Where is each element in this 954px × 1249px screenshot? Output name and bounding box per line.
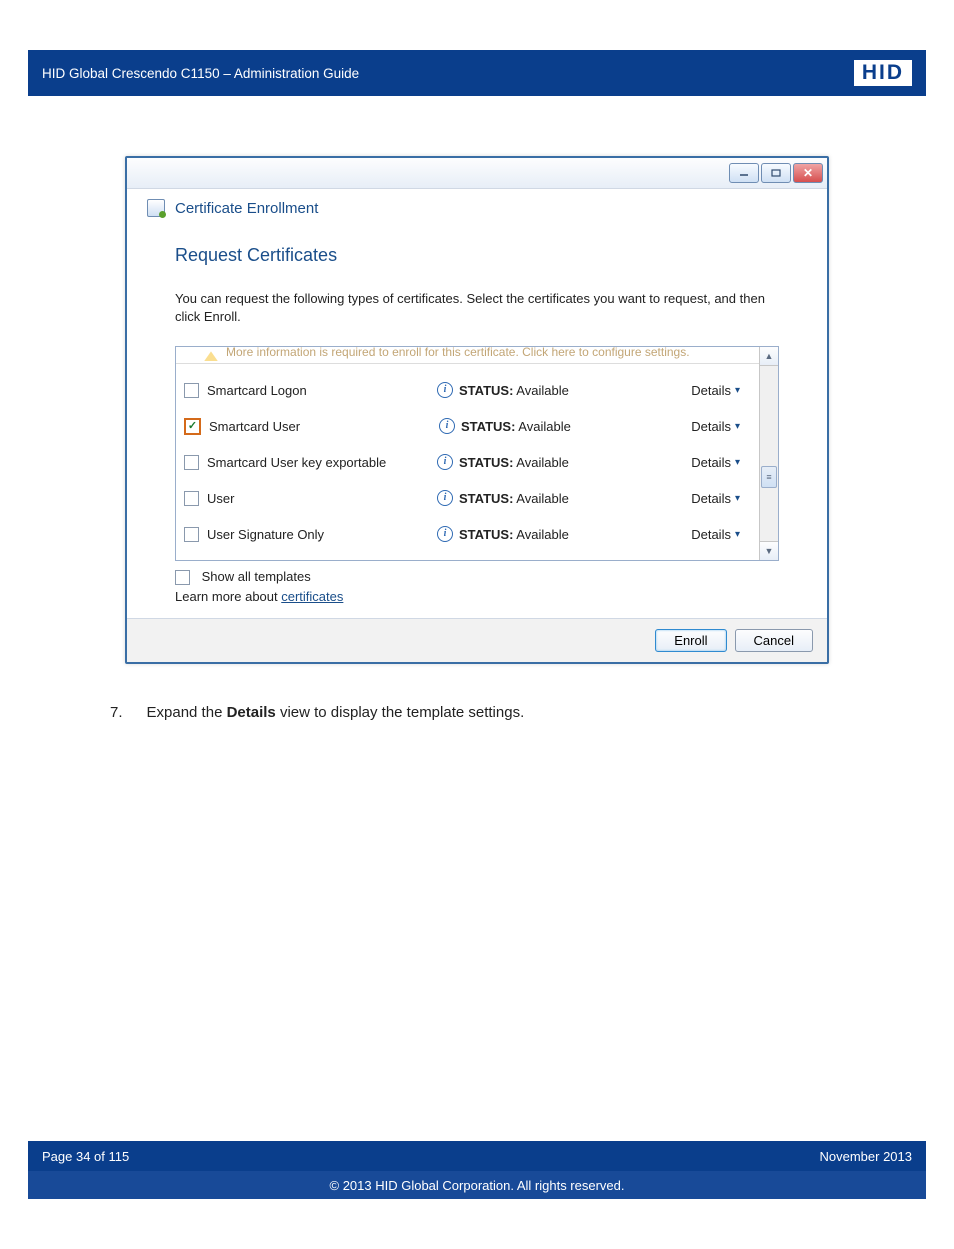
info-icon: i bbox=[439, 418, 455, 434]
learn-more-prefix: Learn more about bbox=[175, 589, 281, 604]
certificate-name: Smartcard Logon bbox=[207, 383, 437, 398]
certificate-icon bbox=[147, 199, 165, 217]
certificate-status: iSTATUS: Available bbox=[437, 490, 637, 506]
doc-header-bar: HID Global Crescendo C1150 – Administrat… bbox=[28, 50, 926, 96]
details-toggle[interactable]: Details▾ bbox=[691, 527, 740, 542]
certificate-row: UseriSTATUS: Available Details▾ bbox=[184, 480, 740, 516]
show-all-templates-row[interactable]: Show all templates bbox=[175, 569, 779, 585]
chevron-down-icon: ▾ bbox=[735, 385, 740, 396]
certificate-checkbox[interactable] bbox=[184, 527, 199, 542]
certificate-checkbox[interactable] bbox=[184, 491, 199, 506]
certificate-name: User Signature Only bbox=[207, 527, 437, 542]
info-icon: i bbox=[437, 490, 453, 506]
certificate-name: Smartcard User bbox=[209, 419, 439, 434]
learn-more-row: Learn more about certificates bbox=[175, 589, 779, 604]
dialog-window-title: Certificate Enrollment bbox=[175, 200, 318, 217]
show-all-templates-label: Show all templates bbox=[202, 569, 311, 584]
window-titlebar: ✕ bbox=[127, 158, 827, 189]
details-toggle[interactable]: Details▾ bbox=[691, 383, 740, 398]
scroll-down-button[interactable]: ▼ bbox=[760, 541, 778, 560]
dialog-heading: Request Certificates bbox=[175, 245, 779, 266]
certificate-row: Smartcard UseriSTATUS: Available Details▾ bbox=[184, 408, 740, 444]
chevron-down-icon: ▾ bbox=[735, 493, 740, 504]
certificate-status: iSTATUS: Available bbox=[437, 454, 637, 470]
info-icon: i bbox=[437, 454, 453, 470]
chevron-down-icon: ▾ bbox=[735, 421, 740, 432]
step-body: Expand the Details view to display the t… bbox=[147, 704, 525, 721]
show-all-templates-checkbox[interactable] bbox=[175, 570, 190, 585]
details-toggle[interactable]: Details▾ bbox=[691, 419, 740, 434]
cancel-button[interactable]: Cancel bbox=[735, 629, 813, 652]
info-banner-text: More information is required to enroll f… bbox=[226, 347, 690, 359]
certificate-status: iSTATUS: Available bbox=[437, 526, 637, 542]
info-banner[interactable]: More information is required to enroll f… bbox=[176, 347, 760, 364]
chevron-down-icon: ▾ bbox=[735, 529, 740, 540]
certificates-link[interactable]: certificates bbox=[281, 589, 343, 604]
minimize-button[interactable] bbox=[729, 163, 759, 183]
dialog-footer: Enroll Cancel bbox=[127, 618, 827, 662]
doc-date: November 2013 bbox=[820, 1149, 913, 1164]
enroll-button[interactable]: Enroll bbox=[655, 629, 726, 652]
certificate-checkbox[interactable] bbox=[184, 455, 199, 470]
info-icon: i bbox=[437, 382, 453, 398]
certificate-status: iSTATUS: Available bbox=[439, 418, 639, 434]
scroll-thumb[interactable] bbox=[761, 466, 777, 488]
dialog-instruction: You can request the following types of c… bbox=[175, 290, 779, 326]
chevron-down-icon: ▾ bbox=[735, 457, 740, 468]
certificate-name: Smartcard User key exportable bbox=[207, 455, 437, 470]
certificate-row: User Signature OnlyiSTATUS: Available Det… bbox=[184, 516, 740, 552]
doc-footer: Page 34 of 115 November 2013 © 2013 HID … bbox=[28, 1141, 926, 1199]
certificate-name: User bbox=[207, 491, 437, 506]
copyright: © 2013 HID Global Corporation. All right… bbox=[330, 1178, 625, 1193]
certificate-checkbox[interactable] bbox=[184, 418, 201, 435]
certificate-list: More information is required to enroll f… bbox=[175, 346, 779, 561]
step-number: 7. bbox=[110, 704, 123, 721]
certificate-row: Smartcard User key exportableiSTATUS: Av… bbox=[184, 444, 740, 480]
info-icon: i bbox=[437, 526, 453, 542]
details-toggle[interactable]: Details▾ bbox=[691, 455, 740, 470]
certificate-row: Smartcard LogoniSTATUS: Available Details… bbox=[184, 372, 740, 408]
doc-header-title: HID Global Crescendo C1150 – Administrat… bbox=[42, 66, 359, 81]
certificate-checkbox[interactable] bbox=[184, 383, 199, 398]
page-number: Page 34 of 115 bbox=[42, 1149, 129, 1164]
maximize-button[interactable] bbox=[761, 163, 791, 183]
scrollbar[interactable]: ▲ ▼ bbox=[759, 347, 778, 560]
warning-icon bbox=[204, 351, 218, 361]
certificate-status: iSTATUS: Available bbox=[437, 382, 637, 398]
cert-enrollment-dialog: ✕ Certificate Enrollment Request Certifi… bbox=[125, 156, 829, 664]
details-toggle[interactable]: Details▾ bbox=[691, 491, 740, 506]
step-instruction: 7. Expand the Details view to display th… bbox=[110, 704, 914, 721]
close-button[interactable]: ✕ bbox=[793, 163, 823, 183]
hid-logo: HID bbox=[854, 60, 912, 86]
scroll-up-button[interactable]: ▲ bbox=[760, 347, 778, 366]
